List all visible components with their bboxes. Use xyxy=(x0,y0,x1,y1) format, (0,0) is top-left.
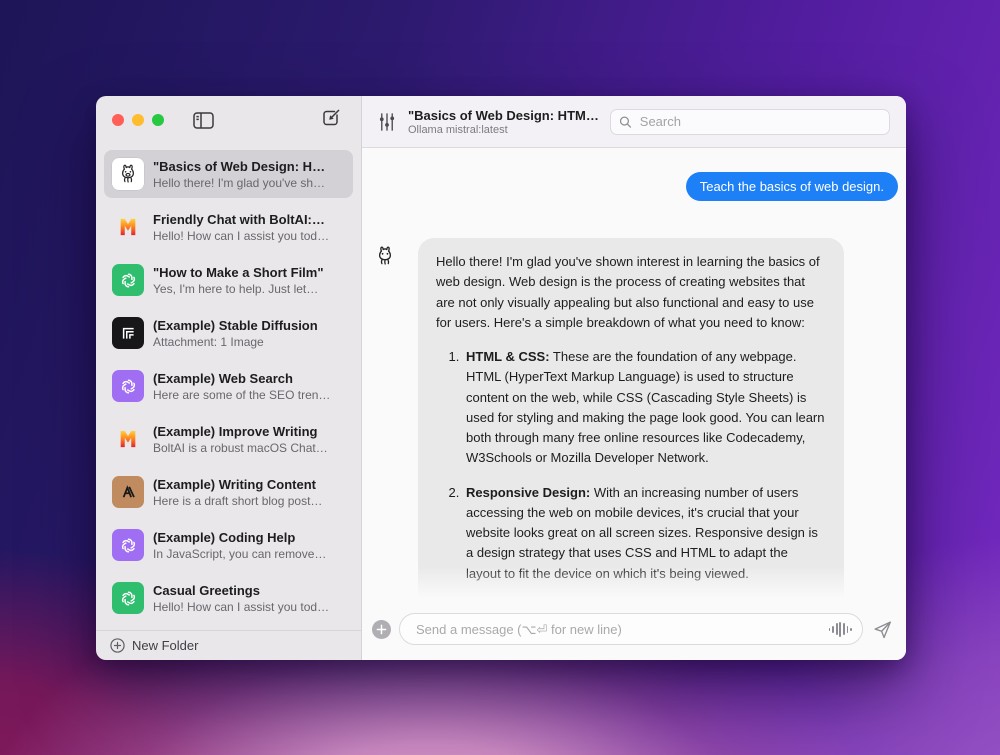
chatgpt-icon xyxy=(112,370,144,402)
send-icon[interactable] xyxy=(873,620,892,639)
search-field[interactable] xyxy=(610,108,890,135)
chatgpt-icon xyxy=(112,264,144,296)
traffic-lights xyxy=(112,114,164,126)
conversation-item-web-search[interactable]: (Example) Web Search Here are some of th… xyxy=(104,362,353,410)
conversation-subtitle: Hello! How can I assist you tod… xyxy=(153,228,330,243)
toggle-sidebar-icon[interactable] xyxy=(193,111,214,129)
conversation-item-basics-of-web-design[interactable]: "Basics of Web Design: H… Hello there! I… xyxy=(104,150,353,198)
conversation-title: (Example) Coding Help xyxy=(153,529,296,545)
voice-input-icon[interactable] xyxy=(828,621,852,637)
boltai-icon xyxy=(112,423,144,455)
conversation-title: "Basics of Web Design: H… xyxy=(153,158,326,174)
conversation-subtitle: BoltAI is a robust macOS Chat… xyxy=(153,440,328,455)
message-input[interactable] xyxy=(414,620,821,638)
assistant-message-bubble: Hello there! I'm glad you've shown inter… xyxy=(418,238,844,604)
chat-title: "Basics of Web Design: HTM… xyxy=(408,107,599,123)
zoom-window-button[interactable] xyxy=(152,114,164,126)
conversation-list: "Basics of Web Design: H… Hello there! I… xyxy=(96,144,361,630)
attach-plus-button[interactable] xyxy=(372,619,391,639)
assistant-intro: Hello there! I'm glad you've shown inter… xyxy=(436,254,820,330)
new-folder-button[interactable]: New Folder xyxy=(96,630,361,660)
chatgpt-icon xyxy=(112,582,144,614)
user-message-bubble: Teach the basics of web design. xyxy=(685,172,898,201)
chat-header: "Basics of Web Design: HTM… Ollama mistr… xyxy=(362,96,906,148)
close-window-button[interactable] xyxy=(112,114,124,126)
conversation-title: Casual Greetings xyxy=(153,582,260,598)
search-input[interactable] xyxy=(637,113,881,130)
conversation-item-coding-help[interactable]: (Example) Coding Help In JavaScript, you… xyxy=(104,521,353,569)
chat-main: "Basics of Web Design: HTM… Ollama mistr… xyxy=(362,96,906,660)
conversation-subtitle: Here is a draft short blog post… xyxy=(153,493,323,508)
conversation-subtitle: In JavaScript, you can remove… xyxy=(153,546,327,561)
conversation-title: (Example) Web Search xyxy=(153,370,293,386)
ollama-llama-avatar xyxy=(372,243,398,269)
message-input-pill[interactable] xyxy=(399,613,863,645)
conversation-subtitle: Yes, I'm here to help. Just let… xyxy=(153,281,319,296)
model-settings-icon[interactable] xyxy=(378,112,396,132)
app-window: "Basics of Web Design: H… Hello there! I… xyxy=(96,96,906,660)
sidebar: "Basics of Web Design: H… Hello there! I… xyxy=(96,96,362,660)
new-folder-label: New Folder xyxy=(132,638,199,653)
conversation-item-casual-greetings[interactable]: Casual Greetings Hello! How can I assist… xyxy=(104,574,353,622)
conversation-item-improve-writing[interactable]: (Example) Improve Writing BoltAI is a ro… xyxy=(104,415,353,463)
composer-bar xyxy=(362,604,906,660)
anthropic-icon xyxy=(112,476,144,508)
conversation-item-friendly-chat[interactable]: Friendly Chat with BoltAI:… Hello! How c… xyxy=(104,203,353,251)
conversation-title: Friendly Chat with BoltAI:… xyxy=(153,211,325,227)
conversation-subtitle: Attachment: 1 Image xyxy=(153,334,264,349)
search-icon xyxy=(619,116,632,128)
list-item: HTML & CSS: These are the foundation of … xyxy=(463,347,826,469)
message-area: Teach the basics of web design. Hello th… xyxy=(362,148,906,604)
plus-circle-icon xyxy=(110,638,125,653)
conversation-title: "How to Make a Short Film" xyxy=(153,264,324,280)
ollama-llama-icon xyxy=(112,158,144,190)
conversation-item-stable-diffusion[interactable]: (Example) Stable Diffusion Attachment: 1… xyxy=(104,309,353,357)
minimize-window-button[interactable] xyxy=(132,114,144,126)
conversation-title: (Example) Writing Content xyxy=(153,476,316,492)
sidebar-toolbar xyxy=(96,96,361,144)
conversation-title: (Example) Stable Diffusion xyxy=(153,317,318,333)
conversation-item-writing-content[interactable]: (Example) Writing Content Here is a draf… xyxy=(104,468,353,516)
chatgpt-icon xyxy=(112,529,144,561)
conversation-item-short-film[interactable]: "How to Make a Short Film" Yes, I'm here… xyxy=(104,256,353,304)
conversation-subtitle: Here are some of the SEO tren… xyxy=(153,387,331,402)
message-fade-overlay xyxy=(362,566,906,604)
conversation-subtitle: Hello there! I'm glad you've sh… xyxy=(153,175,325,190)
stable-diffusion-icon xyxy=(112,317,144,349)
new-chat-icon[interactable] xyxy=(322,108,341,127)
conversation-title: (Example) Improve Writing xyxy=(153,423,318,439)
boltai-icon xyxy=(112,211,144,243)
chat-model-label: Ollama mistral:latest xyxy=(408,123,508,136)
conversation-subtitle: Hello! How can I assist you tod… xyxy=(153,599,330,614)
